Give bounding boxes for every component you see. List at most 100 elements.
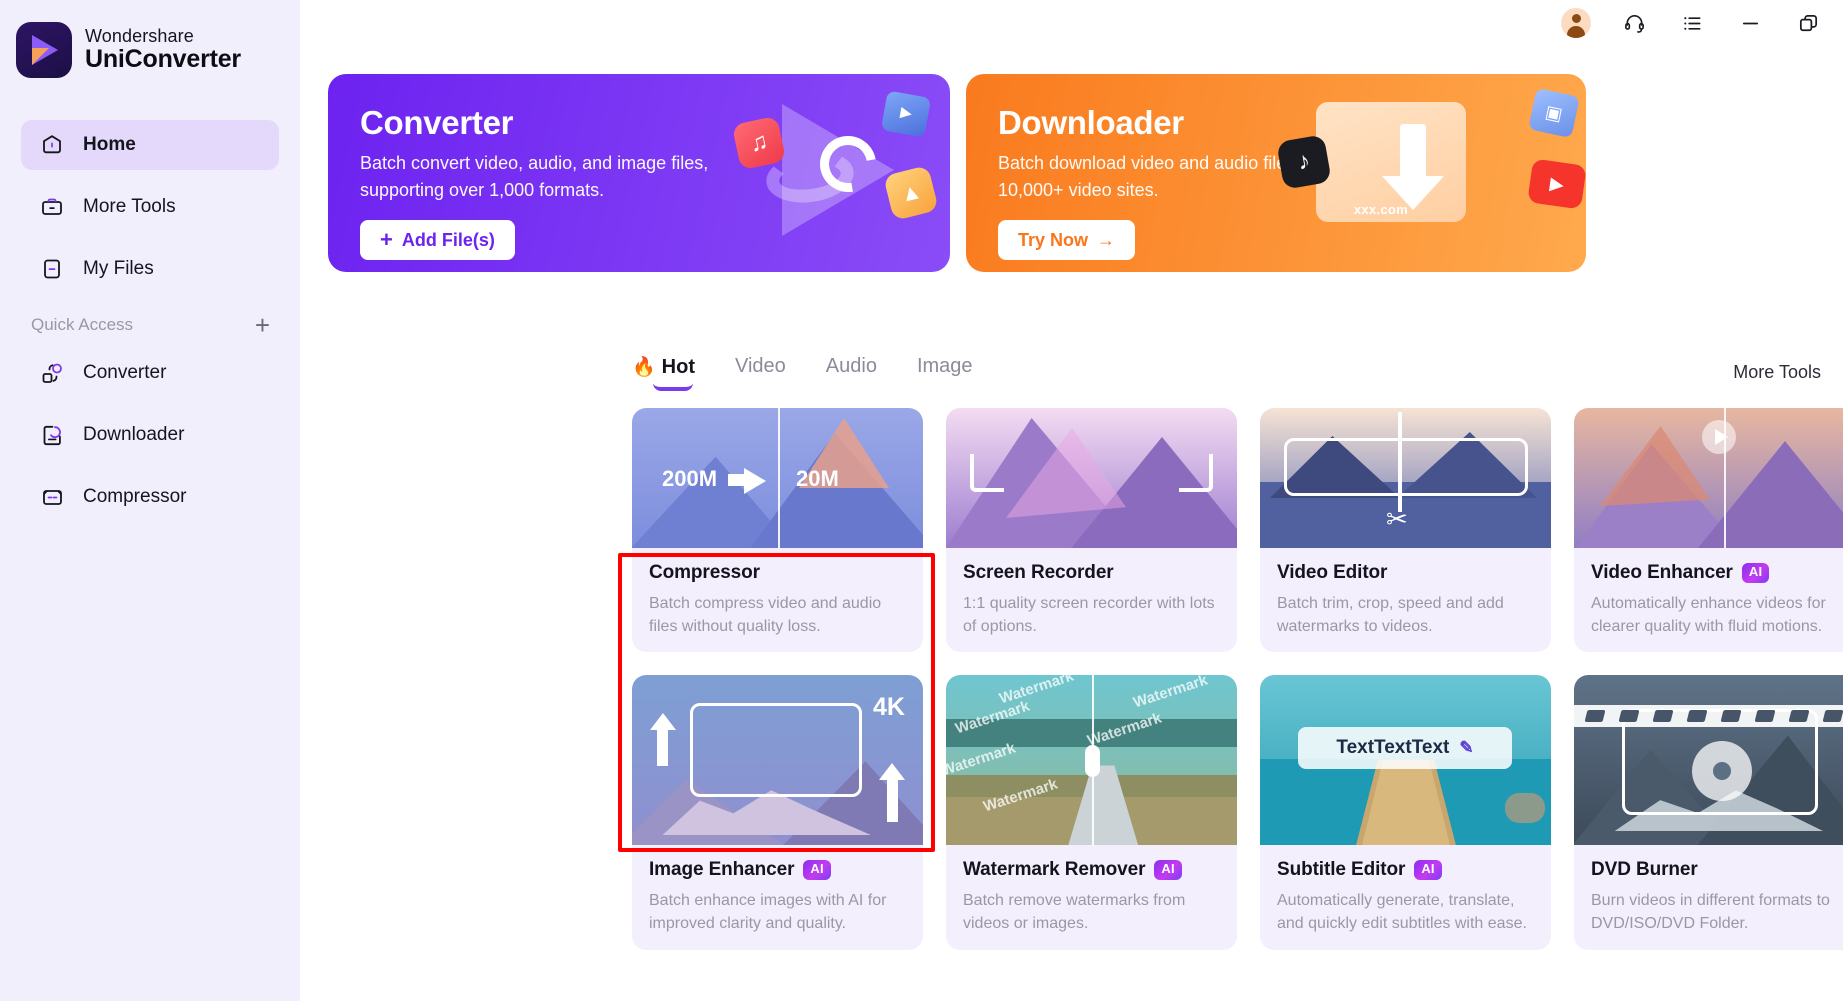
play-icon (1702, 420, 1736, 454)
sidebar-item-label: Compressor (83, 486, 187, 507)
window-titlebar (1561, 0, 1843, 46)
scissors-icon: ✂ (1386, 504, 1408, 534)
tool-desc: 1:1 quality screen recorder with lots of… (963, 595, 1215, 635)
tool-desc: Automatically generate, translate, and q… (1277, 892, 1527, 933)
sidebar-item-converter[interactable]: Converter (21, 348, 279, 398)
tab-label: Image (916, 355, 973, 377)
banner-downloader[interactable]: Downloader Batch download video and audi… (966, 74, 1586, 272)
sidebar-item-label: More Tools (83, 196, 176, 217)
crop-frame (1284, 438, 1528, 496)
avatar[interactable] (1561, 8, 1591, 38)
tool-title: DVD Burner (1591, 859, 1698, 881)
tool-card-screen-recorder[interactable]: Screen Recorder 1:1 quality screen recor… (946, 408, 1237, 653)
tool-title: Video Enhancer AI (1591, 562, 1843, 584)
tool-card-video-enhancer[interactable]: Video Enhancer AI Automatically enhance … (1574, 408, 1843, 653)
tool-desc: Batch enhance images with AI for improve… (649, 892, 887, 933)
tool-card-dvd-burner[interactable]: DVD Burner Burn videos in different form… (1574, 675, 1843, 950)
tool-desc: Batch trim, crop, speed and add watermar… (1277, 595, 1504, 635)
tool-thumbnail: TextTextText ✎ (1260, 675, 1551, 846)
sidebar-item-my-files[interactable]: My Files (21, 244, 279, 294)
try-now-button[interactable]: Try Now → (998, 220, 1136, 260)
thumb-label-before: 200M (662, 466, 718, 491)
try-now-label: Try Now (1018, 229, 1089, 250)
download-arrow-stem (1400, 124, 1426, 180)
tab-audio[interactable]: Audio (826, 355, 877, 384)
banner-desc: Batch convert video, audio, and image fi… (360, 153, 709, 200)
add-files-button[interactable]: + Add File(s) (360, 220, 515, 260)
tool-card-watermark-remover[interactable]: Watermark Watermark Watermark Watermark … (946, 675, 1237, 950)
tool-card-subtitle-editor[interactable]: TextTextText ✎ Subtitle Editor AI Automa… (1260, 675, 1551, 950)
compressor-icon (39, 484, 65, 510)
tool-title: Screen Recorder (963, 562, 1114, 583)
banner-converter[interactable]: Converter Batch convert video, audio, an… (328, 74, 950, 272)
downloader-icon (39, 422, 65, 448)
crop-corner-icon (970, 454, 1004, 492)
tool-card-image-enhancer[interactable]: 4K Image Enhancer AI Batch enhance image… (632, 675, 923, 950)
sidebar-item-label: Downloader (83, 424, 185, 445)
list-icon[interactable] (1677, 8, 1707, 38)
text-preview-box: TextTextText ✎ (1298, 727, 1512, 770)
tool-card-compressor[interactable]: 200M 20M Compressor Batch compress video… (632, 408, 923, 653)
brand-line2: UniConverter (85, 45, 241, 74)
brand: Wondershare UniConverter (0, 22, 300, 78)
tab-active-underline (653, 383, 693, 391)
tool-thumbnail: ✂ (1260, 408, 1551, 548)
tab-label: Audio (825, 355, 877, 377)
ai-badge: AI (1414, 860, 1442, 881)
arrow-up-icon (650, 713, 676, 731)
headset-icon[interactable] (1619, 8, 1649, 38)
tool-thumbnail: 4K (632, 675, 923, 846)
sidebar: Wondershare UniConverter Home More Tools… (0, 0, 300, 1001)
sidebar-item-downloader[interactable]: Downloader (21, 410, 279, 460)
tool-thumbnail (1574, 408, 1843, 548)
sidebar-item-label: My Files (83, 258, 154, 279)
tab-video[interactable]: Video (735, 355, 786, 384)
tab-image[interactable]: Image (917, 355, 973, 384)
main-content: Converter Batch convert video, audio, an… (300, 0, 1843, 1001)
plus-icon[interactable]: + (255, 312, 270, 338)
crop-corner-icon (1179, 454, 1213, 492)
film-chip-icon: ► (880, 90, 932, 138)
tab-label: Hot (661, 355, 695, 378)
youtube-chip-icon: ▶ (1527, 158, 1586, 210)
tab-label: Video (735, 355, 786, 377)
sidebar-item-label: Home (83, 134, 136, 155)
sidebar-item-more-tools[interactable]: More Tools (21, 182, 279, 232)
app-window: Wondershare UniConverter Home More Tools… (0, 0, 1843, 1001)
restore-icon[interactable] (1793, 8, 1823, 38)
tool-title: Image Enhancer AI (649, 859, 906, 881)
converter-icon (39, 360, 65, 386)
ai-badge: AI (803, 860, 831, 881)
banner-title: Downloader (998, 104, 1184, 141)
tool-title: Subtitle Editor AI (1277, 859, 1534, 881)
thumb-label-text: TextTextText (1336, 737, 1450, 759)
ai-badge: AI (1741, 563, 1770, 583)
tool-thumbnail: Watermark Watermark Watermark Watermark … (946, 675, 1237, 846)
arrow-up-icon (879, 763, 905, 781)
sidebar-item-home[interactable]: Home (21, 120, 279, 170)
toolbox-icon (39, 194, 65, 220)
tool-card-video-editor[interactable]: ✂ Video Editor Batch trim, crop, speed a… (1260, 408, 1551, 653)
category-tabs: 🔥 Hot Video Audio Image (632, 355, 973, 391)
sidebar-item-compressor[interactable]: Compressor (21, 472, 279, 522)
minimize-icon[interactable] (1735, 8, 1765, 38)
thumb-label-4k: 4K (873, 693, 905, 722)
tool-thumbnail: 200M 20M (632, 408, 923, 548)
tool-thumbnail (1574, 675, 1843, 846)
crop-frame (690, 703, 862, 798)
tool-desc: Batch remove watermarks from videos or i… (963, 892, 1186, 933)
tool-desc: Batch compress video and audio files wit… (649, 595, 882, 635)
app-logo-icon (16, 22, 72, 78)
sidebar-item-label: Converter (83, 362, 167, 383)
brand-line1: Wondershare (85, 26, 194, 47)
tool-desc: Automatically enhance videos for clearer… (1591, 595, 1826, 635)
fire-icon: 🔥 (632, 357, 656, 378)
promo-banners: Converter Batch convert video, audio, an… (328, 74, 1586, 272)
tab-hot[interactable]: 🔥 Hot (632, 355, 695, 391)
quick-access-header: Quick Access + (31, 312, 270, 338)
tool-title: Watermark Remover AI (963, 859, 1220, 881)
pencil-icon: ✎ (1459, 738, 1474, 758)
banner-art-label: xxx.com (1353, 202, 1408, 217)
arrow-right-icon: → (1097, 229, 1116, 250)
more-tools-link[interactable]: More Tools (1733, 362, 1821, 383)
